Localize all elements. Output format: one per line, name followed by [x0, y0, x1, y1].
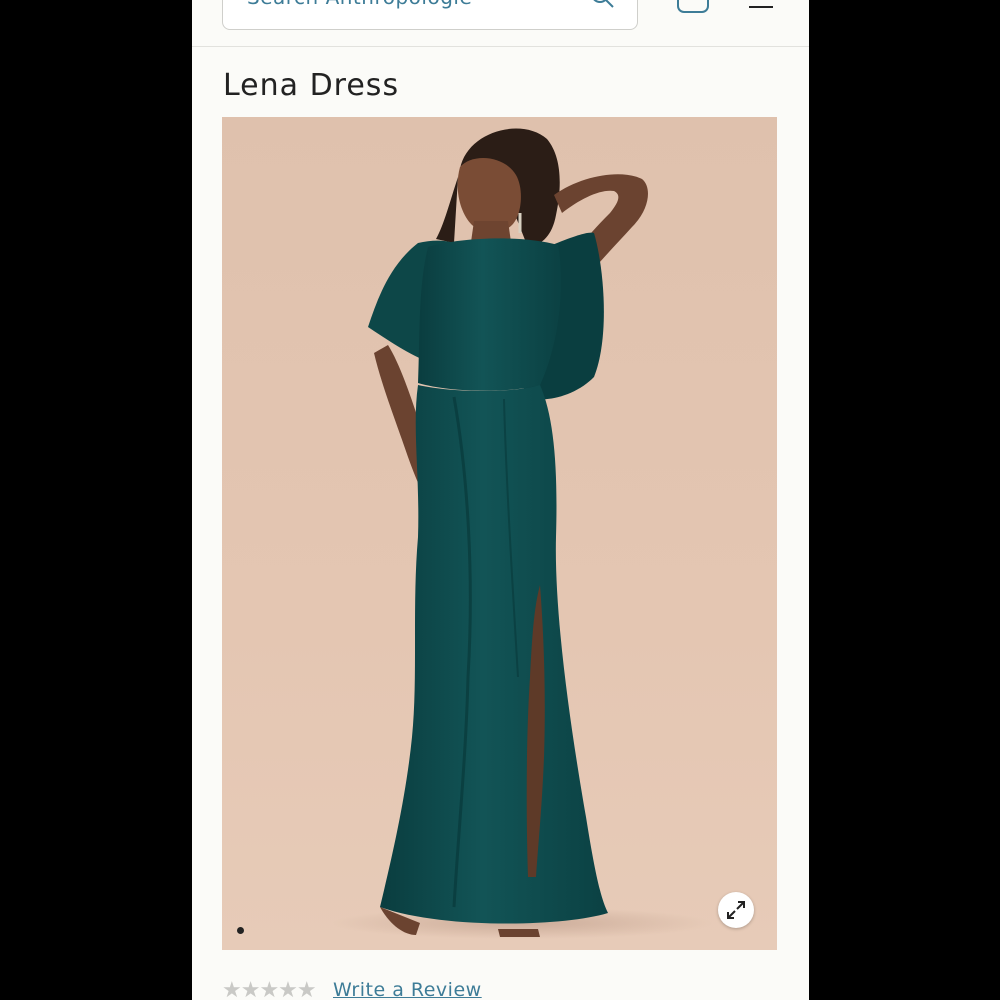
rating-stars: ★★★★★ — [222, 978, 317, 1000]
expand-button[interactable] — [718, 892, 754, 928]
menu-icon[interactable] — [748, 0, 774, 10]
product-title: Lena Dress — [223, 68, 400, 103]
product-photo — [332, 128, 712, 939]
site-header: Search Anthropologie — [192, 0, 809, 47]
carousel-dot[interactable] — [237, 927, 244, 934]
search-box[interactable]: Search Anthropologie — [222, 0, 638, 30]
product-image[interactable] — [222, 117, 777, 950]
expand-icon — [727, 901, 745, 919]
search-input[interactable]: Search Anthropologie — [247, 0, 472, 9]
mobile-page: Search Anthropologie Lena Dress — [192, 0, 809, 1000]
write-review-link[interactable]: Write a Review — [333, 979, 482, 1000]
cart-icon[interactable] — [676, 0, 710, 14]
search-icon[interactable] — [589, 0, 615, 9]
